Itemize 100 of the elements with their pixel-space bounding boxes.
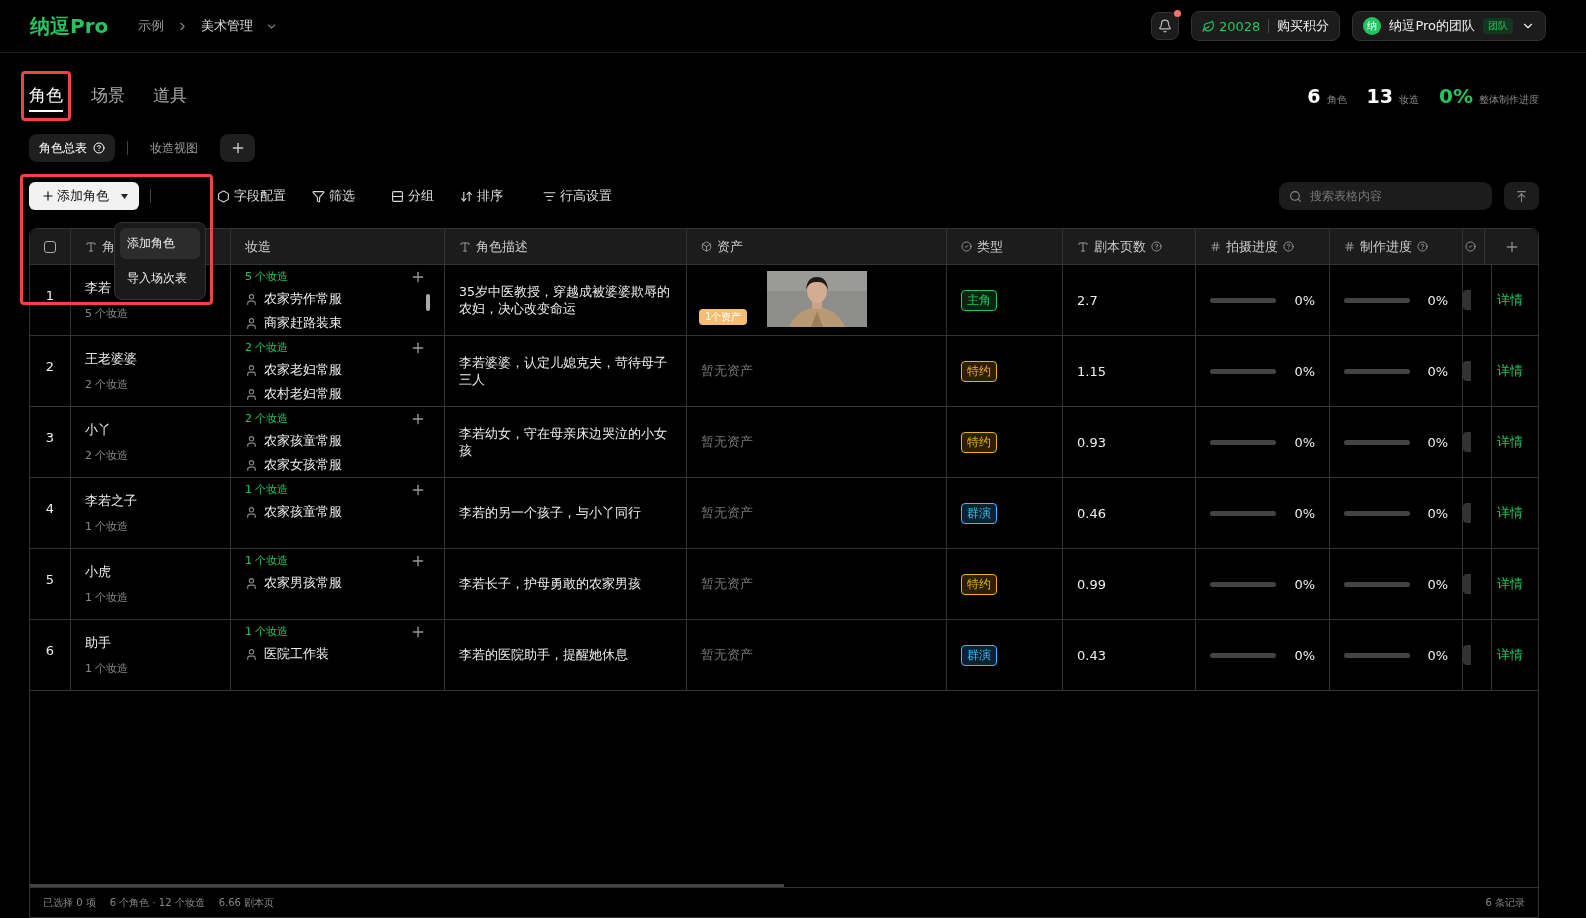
script-pages: 0.43 xyxy=(1077,647,1106,663)
character-description: 李若的另一个孩子，与小丫同行 xyxy=(459,504,641,522)
toolbar-button[interactable]: 筛选 xyxy=(312,187,355,205)
view-tab[interactable]: 角色总表 xyxy=(29,134,115,162)
costume-count: 2 个妆造 xyxy=(85,377,130,392)
character-name: 小丫 xyxy=(85,421,112,439)
stat-value: 6 xyxy=(1307,85,1321,107)
costume-item: 医院工作装 xyxy=(245,645,329,663)
character-description: 李若婆婆，认定儿媳克夫，苛待母子三人 xyxy=(459,353,668,389)
plus-icon xyxy=(40,189,55,203)
select-all-checkbox[interactable] xyxy=(44,240,56,253)
detail-link[interactable]: 详情 xyxy=(1497,433,1523,451)
menu-item[interactable]: 添加角色 xyxy=(120,228,200,259)
progress-percent: 0% xyxy=(1294,505,1315,521)
add-view-button[interactable] xyxy=(220,134,255,162)
empty-asset-text: 暂无资产 xyxy=(701,646,753,664)
row-height-icon xyxy=(543,189,556,203)
character-name: 李若之子 xyxy=(85,492,137,510)
progress-percent: 0% xyxy=(1294,292,1315,308)
progress-percent: 0% xyxy=(1294,363,1315,379)
character-name: 小虎 xyxy=(85,563,112,581)
rows-icon xyxy=(391,189,404,203)
progress-percent: 0% xyxy=(1294,647,1315,663)
selection-count: 已选择 0 项 xyxy=(43,895,96,910)
tab[interactable]: 道具 xyxy=(153,80,187,112)
costume-count: 1 个妆造 xyxy=(85,590,129,605)
search-field[interactable]: 搜索表格内容 xyxy=(1308,188,1478,204)
breadcrumb-current[interactable]: 美术管理 xyxy=(201,17,254,35)
costume-item: 商家赶路装束 xyxy=(245,314,342,332)
add-costume-icon[interactable] xyxy=(410,624,426,640)
add-costume-icon[interactable] xyxy=(410,553,426,569)
breadcrumb-link[interactable]: 示例 xyxy=(138,17,165,35)
toolbar-button[interactable]: 排序 xyxy=(460,187,503,205)
costume-count: 1 个妆造 xyxy=(245,553,289,568)
tab[interactable]: 角色 xyxy=(29,80,63,112)
menu-item[interactable]: 导入场次表 xyxy=(120,263,200,294)
add-costume-icon[interactable] xyxy=(410,269,426,285)
notification-button[interactable] xyxy=(1151,12,1179,40)
detail-link[interactable]: 详情 xyxy=(1497,504,1523,522)
column-header: 角 xyxy=(102,237,115,256)
bell-icon xyxy=(1158,19,1172,33)
add-character-button[interactable]: 添加角色 xyxy=(29,182,139,210)
costume-count: 2 个妆造 xyxy=(245,411,289,426)
person-icon xyxy=(245,505,258,519)
detail-link[interactable]: 详情 xyxy=(1497,291,1523,309)
detail-link[interactable]: 详情 xyxy=(1497,646,1523,664)
progress-percent: 0% xyxy=(1427,576,1448,592)
horizontal-scrollbar[interactable] xyxy=(30,884,784,887)
costume-item: 农家孩童常服 xyxy=(245,503,342,521)
type-tag: 特约 xyxy=(961,360,997,382)
add-costume-icon[interactable] xyxy=(410,482,426,498)
detail-link[interactable]: 详情 xyxy=(1497,362,1523,380)
type-tag: 特约 xyxy=(961,431,997,453)
row-number: 4 xyxy=(45,502,55,516)
person-icon xyxy=(245,458,258,472)
progress-percent: 0% xyxy=(1427,434,1448,450)
detail-link[interactable]: 详情 xyxy=(1497,575,1523,593)
type-tag: 群演 xyxy=(961,644,997,666)
team-switcher[interactable]: 纳 纳逗Pro的团队 团队 xyxy=(1352,11,1546,41)
tab[interactable]: 场景 xyxy=(91,80,125,112)
record-count: 6 条记录 xyxy=(1485,895,1525,910)
costume-count: 5 个妆造 xyxy=(245,269,289,284)
filter-icon xyxy=(312,189,325,203)
costume-count: 1 个妆造 xyxy=(85,519,130,534)
column-header: 拍摄进度 xyxy=(1226,237,1278,256)
points-button[interactable]: 20028 购买积分 xyxy=(1191,11,1341,41)
costume-item: 农家老妇常服 xyxy=(245,361,342,379)
check-circle-icon xyxy=(1465,241,1476,252)
script-pages: 1.15 xyxy=(1077,363,1106,379)
person-icon xyxy=(245,292,258,306)
toolbar-button[interactable]: 字段配置 xyxy=(217,187,286,205)
person-icon xyxy=(245,387,258,401)
search-box[interactable]: 搜索表格内容 xyxy=(1279,182,1492,210)
asset-count-badge: 1个资产 xyxy=(699,309,748,325)
column-header: 角色描述 xyxy=(476,237,528,256)
column-header: 资产 xyxy=(717,237,743,256)
person-icon xyxy=(245,647,258,661)
script-pages: 0.46 xyxy=(1077,505,1106,521)
scroll-top-button[interactable] xyxy=(1504,182,1539,210)
script-pages: 2.7 xyxy=(1077,292,1098,308)
text-type-icon xyxy=(1077,240,1089,253)
costume-count: 1 个妆造 xyxy=(85,661,129,676)
type-tag: 群演 xyxy=(961,502,997,524)
toolbar-button[interactable]: 分组 xyxy=(391,187,434,205)
row-number: 1 xyxy=(45,289,55,303)
empty-asset-text: 暂无资产 xyxy=(701,575,753,593)
person-icon xyxy=(245,363,258,377)
character-description: 李若幼女，守在母亲床边哭泣的小女孩 xyxy=(459,424,668,460)
stat-label: 角色 xyxy=(1326,94,1347,105)
row-number: 3 xyxy=(45,431,55,445)
toolbar-button[interactable]: 行高设置 xyxy=(543,187,612,205)
progress-percent: 0% xyxy=(1294,576,1315,592)
add-costume-icon[interactable] xyxy=(410,340,426,356)
progress-percent: 0% xyxy=(1294,434,1315,450)
add-costume-icon[interactable] xyxy=(410,411,426,427)
column-header: 剧本页数 xyxy=(1094,237,1146,256)
view-tab[interactable]: 妆造视图 xyxy=(140,134,208,162)
team-avatar: 纳 xyxy=(1363,17,1382,35)
progress-percent: 0% xyxy=(1427,363,1448,379)
logo[interactable]: 纳逗Pro xyxy=(30,12,109,40)
